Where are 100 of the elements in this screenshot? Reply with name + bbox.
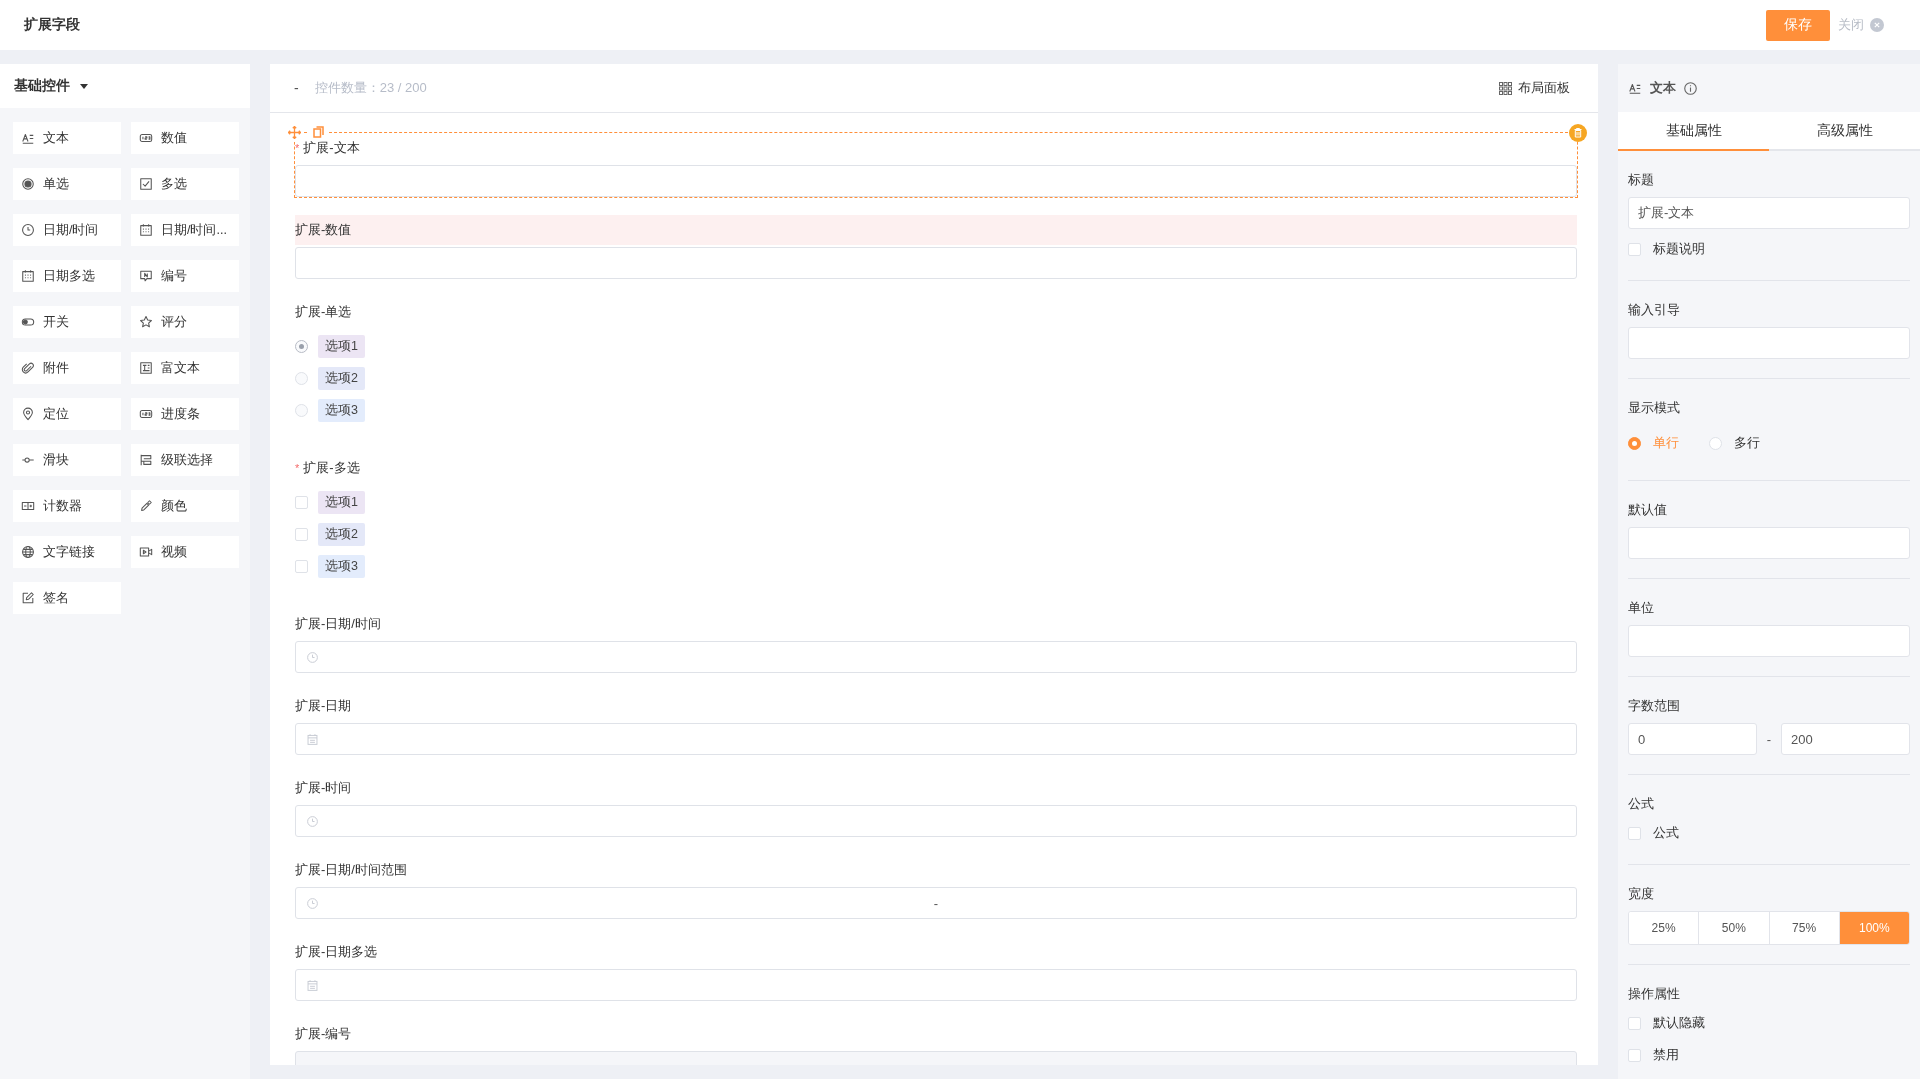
palette-item[interactable]: 日期/时间 <box>13 214 121 246</box>
paperclip-icon <box>21 361 35 375</box>
checkbox[interactable] <box>295 559 308 573</box>
field-label: 扩展-文本 <box>303 139 360 157</box>
layout-panel-button[interactable]: 布局面板 <box>1493 78 1576 98</box>
tab[interactable]: 基础属性 <box>1618 112 1769 151</box>
section-title: 字数范围 <box>1628 697 1681 715</box>
tab[interactable]: 高级属性 <box>1769 112 1920 151</box>
move-icon[interactable] <box>287 125 301 139</box>
checkbox[interactable] <box>295 495 308 509</box>
palette-item[interactable]: 单选 <box>13 168 121 200</box>
input-field[interactable] <box>1628 527 1910 559</box>
palette-item[interactable]: 编号 <box>131 260 239 292</box>
checkbox-label: 标题说明 <box>1653 240 1705 258</box>
form-field[interactable]: 扩展-时间 <box>294 772 1578 838</box>
date-field[interactable] <box>295 723 1577 755</box>
form-field[interactable]: 扩展-单选 选项1 选项2 选项3 <box>294 296 1578 436</box>
input-field[interactable] <box>1628 625 1910 657</box>
control-count: 控件数量：23 / 200 <box>314 79 427 97</box>
input-field[interactable] <box>295 165 1577 197</box>
radio-button[interactable] <box>295 371 308 385</box>
text-lines-icon <box>21 131 35 145</box>
palette-item[interactable]: 文本 <box>13 122 121 154</box>
palette-item[interactable]: 定位 <box>13 398 121 430</box>
palette-item[interactable]: 计数器 <box>13 490 121 522</box>
form-field[interactable]: 扩展-日期/时间 <box>294 608 1578 674</box>
palette-item[interactable]: 日期多选 <box>13 260 121 292</box>
form-field[interactable]: 扩展-日期/时间范围 - <box>294 854 1578 920</box>
palette-item[interactable]: 级联选择 <box>131 444 239 476</box>
checkbox-icon <box>139 177 153 191</box>
collapse-toggle[interactable]: - <box>294 80 299 96</box>
clock-icon <box>306 896 319 910</box>
palette-item[interactable]: 颜色 <box>131 490 239 522</box>
option-tag: 选项3 <box>318 398 365 422</box>
calendar-icon <box>139 223 153 237</box>
delete-icon[interactable] <box>1569 124 1587 142</box>
palette-title[interactable]: 基础控件 <box>14 77 70 95</box>
text-lines-icon <box>1628 81 1642 95</box>
checkbox[interactable] <box>1628 826 1641 840</box>
form-field[interactable]: 扩展-日期 <box>294 690 1578 756</box>
palette-item[interactable]: 视频 <box>131 536 239 568</box>
time-field[interactable] <box>295 641 1577 673</box>
radio-option[interactable]: 多行 <box>1709 434 1760 452</box>
field-label: 扩展-时间 <box>295 779 352 797</box>
palette-item[interactable]: 文字链接 <box>13 536 121 568</box>
palette-item[interactable]: 评分 <box>131 306 239 338</box>
page-title: 扩展字段 <box>24 16 80 34</box>
grid-icon <box>1499 81 1512 95</box>
palette-item[interactable]: 富文本 <box>131 352 239 384</box>
min-field[interactable]: 0 <box>1628 723 1757 755</box>
palette-item[interactable]: 日期/时间... <box>131 214 239 246</box>
palette-item[interactable]: 进度条 <box>131 398 239 430</box>
checkbox[interactable] <box>295 527 308 541</box>
clock-icon <box>306 814 319 828</box>
date-field[interactable] <box>295 969 1577 1001</box>
radio-button[interactable] <box>295 339 308 353</box>
radio-icon <box>21 177 35 191</box>
section-title: 宽度 <box>1628 885 1655 903</box>
form-field[interactable]: 扩展-日期多选 <box>294 936 1578 1002</box>
form-field[interactable]: * 扩展-文本 <box>294 132 1578 198</box>
input-field[interactable] <box>295 247 1577 279</box>
option-tag: 选项1 <box>318 334 365 358</box>
video-icon <box>139 545 153 559</box>
dropper-icon <box>139 499 153 513</box>
form-field[interactable]: * 扩展-多选 选项1 选项2 选项3 <box>294 452 1578 592</box>
required-mark: * <box>295 142 300 154</box>
max-field[interactable]: 200 <box>1781 723 1910 755</box>
info-icon[interactable] <box>1684 81 1697 95</box>
calendar-icon <box>306 732 319 746</box>
palette-item[interactable]: 附件 <box>13 352 121 384</box>
checkbox[interactable] <box>1628 1048 1641 1062</box>
radio-button[interactable] <box>295 403 308 417</box>
calendar-icon <box>21 269 35 283</box>
input-field[interactable] <box>1628 327 1910 359</box>
copy-icon[interactable] <box>312 126 324 138</box>
checkbox[interactable] <box>1628 242 1641 256</box>
star-icon <box>139 315 153 329</box>
section-title: 显示模式 <box>1628 399 1681 417</box>
range-field[interactable]: - <box>295 887 1577 919</box>
checkbox[interactable] <box>1628 1016 1641 1030</box>
clock-icon <box>306 650 319 664</box>
time-field[interactable] <box>295 805 1577 837</box>
palette-item[interactable]: 签名 <box>13 582 121 614</box>
caret-icon[interactable] <box>80 83 88 89</box>
clock-icon <box>21 223 35 237</box>
field-label: 扩展-编号 <box>295 1025 352 1043</box>
range-separator: - <box>1765 731 1773 747</box>
form-field[interactable]: 扩展-编号 <box>294 1018 1578 1065</box>
checkbox-label: 禁用 <box>1653 1046 1679 1064</box>
form-field[interactable]: 扩展-数值 <box>294 214 1578 280</box>
palette-item[interactable]: 开关 <box>13 306 121 338</box>
required-mark: * <box>295 462 300 474</box>
input-field[interactable]: 扩展-文本 <box>1628 197 1910 229</box>
field-label: 扩展-日期 <box>295 697 352 715</box>
toggle-icon <box>21 315 35 329</box>
close-icon[interactable] <box>1870 18 1884 32</box>
palette-item[interactable]: 滑块 <box>13 444 121 476</box>
palette-item[interactable]: 多选 <box>131 168 239 200</box>
palette-item[interactable]: 数值 <box>131 122 239 154</box>
width-option[interactable]: 25% <box>1629 912 1700 944</box>
